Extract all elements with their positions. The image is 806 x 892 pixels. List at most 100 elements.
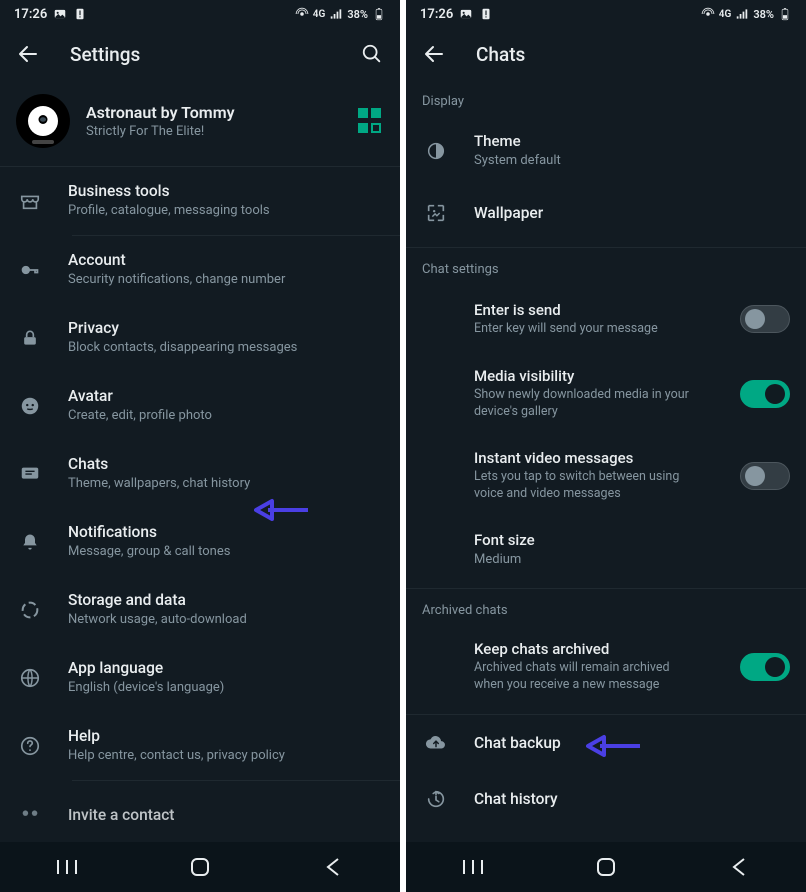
item-chat-backup[interactable]: Chat backup [406, 715, 806, 771]
item-sub: Lets you tap to switch between using voi… [474, 469, 694, 503]
section-chatsettings: Chat settings [406, 248, 806, 285]
theme-icon [425, 140, 447, 162]
appbar-chats: Chats [406, 28, 806, 80]
item-theme[interactable]: Theme System default [406, 117, 806, 185]
wallpaper-icon [425, 202, 447, 224]
search-button[interactable] [350, 43, 394, 65]
item-sub: Enter key will send your message [474, 321, 694, 338]
item-instant-video[interactable]: Instant video messages Lets you tap to sw… [406, 435, 806, 517]
battery-icon [778, 7, 792, 21]
image-icon [53, 7, 67, 21]
item-sub: Show newly downloaded media in your devi… [474, 387, 694, 421]
profile-name: Astronaut by Tommy [86, 103, 342, 122]
item-sub: Archived chats will remain archived when… [474, 660, 694, 694]
toggle-media[interactable] [740, 380, 790, 408]
item-chat-history[interactable]: Chat history [406, 771, 806, 827]
statusbar: 17:26 4G 38% [406, 0, 806, 28]
item-sub: Message, group & call tones [68, 543, 384, 561]
toggle-archived[interactable] [740, 653, 790, 681]
face-icon [19, 395, 41, 417]
signal-icon [329, 7, 343, 21]
settings-list: Business toolsProfile, catalogue, messag… [0, 167, 400, 842]
hotspot-icon [295, 7, 309, 21]
item-title: Font size [474, 531, 790, 549]
item-title: Theme [474, 132, 790, 150]
item-title: Chats [68, 455, 384, 473]
item-avatar[interactable]: AvatarCreate, edit, profile photo [0, 372, 400, 440]
item-wallpaper[interactable]: Wallpaper [406, 185, 806, 241]
item-enter-is-send[interactable]: Enter is send Enter key will send your me… [406, 285, 806, 353]
nav-back[interactable] [709, 857, 769, 877]
chats-list: Display Theme System default Wallpaper Ch… [406, 80, 806, 842]
signal-icon [735, 7, 749, 21]
item-title: Help [68, 727, 384, 745]
item-keep-archived[interactable]: Keep chats archived Archived chats will r… [406, 626, 806, 708]
storefront-icon [19, 190, 41, 212]
arrow-left-icon [16, 42, 40, 66]
item-account[interactable]: AccountSecurity notifications, change nu… [0, 236, 400, 304]
appbar-settings: Settings [0, 28, 400, 80]
profile-row[interactable]: Astronaut by Tommy Strictly For The Elit… [0, 80, 400, 167]
phone-left: 17:26 4G 38% Settings Astronaut by Tom [0, 0, 400, 892]
nav-home[interactable] [576, 857, 636, 877]
item-title: App language [68, 659, 384, 677]
lock-icon [20, 328, 40, 348]
cloud-upload-icon [425, 732, 447, 754]
android-navbar [0, 842, 400, 892]
status-time: 17:26 [420, 7, 453, 22]
item-media-visibility[interactable]: Media visibilityShow newly downloaded me… [406, 353, 806, 435]
help-icon [19, 735, 41, 757]
item-title: Instant video messages [474, 449, 716, 467]
status-time: 17:26 [14, 7, 47, 22]
phone-right: 17:26 4G 38% Chats Display Theme System d… [406, 0, 806, 892]
item-chats[interactable]: Chats Theme, wallpapers, chat history [0, 440, 400, 508]
item-sub: Help centre, contact us, privacy policy [68, 747, 384, 765]
globe-icon [19, 667, 41, 689]
item-storage[interactable]: Storage and data Network usage, auto-down… [0, 576, 400, 644]
toggle-enter[interactable] [740, 305, 790, 333]
item-title: Wallpaper [474, 204, 790, 222]
item-help[interactable]: Help Help centre, contact us, privacy pol… [0, 712, 400, 780]
item-sub: Theme, wallpapers, chat history [68, 475, 384, 493]
nav-recent[interactable] [443, 858, 503, 876]
item-title: Notifications [68, 523, 384, 541]
item-privacy[interactable]: PrivacyBlock contacts, disappearing mess… [0, 304, 400, 372]
item-sub: System default [474, 152, 790, 170]
back-button[interactable] [6, 42, 50, 66]
alert-icon [73, 7, 87, 21]
page-title: Chats [476, 43, 800, 66]
nav-home[interactable] [170, 857, 230, 877]
item-invite[interactable]: Invite a contact [0, 781, 400, 842]
section-archived: Archived chats [406, 589, 806, 626]
android-navbar [406, 842, 806, 892]
item-title: Invite a contact [68, 806, 384, 824]
item-sub: Network usage, auto-download [68, 611, 384, 629]
profile-status: Strictly For The Elite! [86, 124, 342, 139]
item-title: Chat backup [474, 734, 790, 752]
nav-recent[interactable] [37, 858, 97, 876]
section-display: Display [406, 80, 806, 117]
item-font-size[interactable]: Font size Medium [406, 517, 806, 583]
data-icon [19, 599, 41, 621]
back-button[interactable] [412, 42, 456, 66]
item-notifications[interactable]: Notifications Message, group & call tones [0, 508, 400, 576]
item-title: Storage and data [68, 591, 384, 609]
item-title: Keep chats archived [474, 640, 716, 658]
qr-icon[interactable] [358, 108, 384, 134]
item-sub: Medium [474, 551, 790, 569]
arrow-left-icon [422, 42, 446, 66]
toggle-instant[interactable] [740, 462, 790, 490]
hotspot-icon [701, 7, 715, 21]
item-title: Enter is send [474, 301, 716, 319]
search-icon [361, 43, 383, 65]
image-icon [459, 7, 473, 21]
status-battery: 38% [347, 8, 368, 21]
bell-icon [20, 531, 40, 553]
item-business-tools[interactable]: Business toolsProfile, catalogue, messag… [0, 167, 400, 235]
chat-icon [19, 463, 41, 485]
nav-back[interactable] [303, 857, 363, 877]
status-network: 4G [313, 9, 326, 20]
item-language[interactable]: App languageEnglish (device's language) [0, 644, 400, 712]
item-title: Chat history [474, 790, 790, 808]
page-title: Settings [70, 43, 330, 66]
